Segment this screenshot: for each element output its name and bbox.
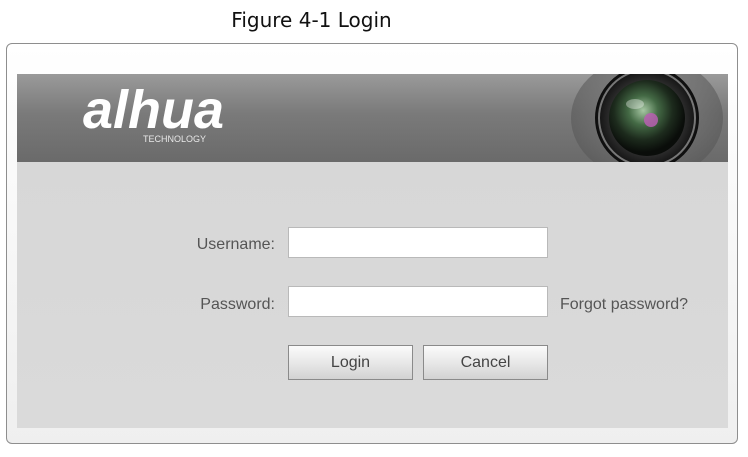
login-window: alhua TECHNOLOGY Username: Password: For… [6,43,738,444]
brand-tagline: TECHNOLOGY [143,134,206,144]
username-label: Username: [196,236,275,253]
brand-logo-text: alhua [83,84,224,140]
camera-lens-icon [571,74,723,162]
forgot-password-link[interactable]: Forgot password? [560,296,688,314]
login-button[interactable]: Login [288,345,413,380]
figure-caption: Figure 4-1 Login [231,8,392,32]
login-form-panel: Username: Password: Forgot password? Log… [17,162,728,428]
username-input[interactable] [288,227,548,258]
password-label: Password: [200,296,275,313]
password-input[interactable] [288,286,548,317]
brand-logo: alhua TECHNOLOGY [83,84,224,144]
brand-banner: alhua TECHNOLOGY [17,74,728,162]
cancel-button[interactable]: Cancel [423,345,548,380]
